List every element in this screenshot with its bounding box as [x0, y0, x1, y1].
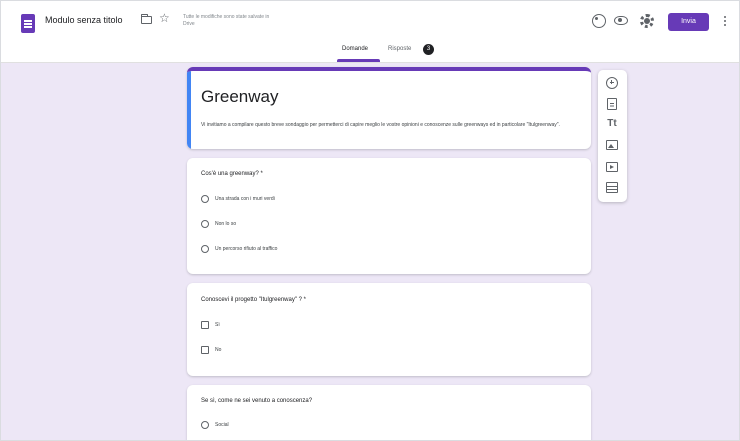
- checkbox[interactable]: [201, 346, 209, 354]
- option-label: Sì: [215, 322, 220, 328]
- radio-button[interactable]: [201, 421, 209, 429]
- checkbox-option[interactable]: No: [201, 345, 221, 355]
- checkbox[interactable]: [201, 321, 209, 329]
- star-icon[interactable]: ☆: [159, 12, 170, 24]
- add-video-icon[interactable]: [606, 162, 618, 172]
- preview-eye-icon[interactable]: [614, 16, 628, 25]
- option-label: No: [215, 347, 222, 353]
- radio-button[interactable]: [201, 220, 209, 228]
- palette-icon[interactable]: [592, 14, 606, 28]
- question-text: Cos'è una greenway? *: [201, 171, 263, 177]
- question-card[interactable]: Cos'è una greenway? * Una strada con i m…: [187, 158, 591, 274]
- forms-doc-icon[interactable]: [21, 14, 35, 33]
- add-section-icon[interactable]: [606, 182, 618, 193]
- add-question-icon[interactable]: [606, 77, 618, 89]
- tab-questions[interactable]: Domande: [342, 46, 368, 52]
- radio-option[interactable]: Non lo so: [201, 219, 236, 229]
- option-label: Una strada con i muri verdi: [215, 196, 275, 202]
- radio-button[interactable]: [201, 245, 209, 253]
- gear-icon[interactable]: [640, 14, 654, 28]
- doc-title[interactable]: Modulo senza titolo: [45, 15, 123, 25]
- active-tab-indicator: [337, 59, 380, 62]
- import-questions-icon[interactable]: [607, 98, 617, 110]
- question-text: Conoscevi il progetto "Itulgreenway" ? *: [201, 297, 306, 303]
- header: Modulo senza titolo ☆ Tutte le modifiche…: [1, 1, 739, 63]
- send-button[interactable]: Invia: [668, 13, 709, 31]
- question-card[interactable]: Conoscevi il progetto "Itulgreenway" ? *…: [187, 283, 591, 376]
- floating-toolbar: Tt: [598, 70, 627, 202]
- radio-option[interactable]: Una strada con i muri verdi: [201, 194, 275, 204]
- form-description[interactable]: Vi invitiamo a compilare questo breve so…: [201, 121, 561, 129]
- more-options-icon[interactable]: [724, 16, 726, 18]
- radio-option[interactable]: Un percorso rifiuto al traffico: [201, 244, 277, 254]
- question-text: Se sì, come ne sei venuto a conoscenza?: [201, 398, 313, 404]
- option-label: Social: [215, 422, 229, 428]
- save-status: Tutte le modifiche sono state salvate in…: [183, 14, 270, 27]
- checkbox-option[interactable]: Sì: [201, 320, 220, 330]
- form-title[interactable]: Greenway: [201, 87, 278, 107]
- option-label: Un percorso rifiuto al traffico: [215, 246, 278, 252]
- folder-icon[interactable]: [141, 14, 152, 24]
- radio-button[interactable]: [201, 195, 209, 203]
- option-label: Non lo so: [215, 221, 237, 227]
- responses-count-badge: 3: [423, 44, 434, 55]
- radio-option[interactable]: Social: [201, 420, 229, 430]
- add-image-icon[interactable]: [606, 140, 618, 150]
- app-frame: Modulo senza titolo ☆ Tutte le modifiche…: [0, 0, 740, 441]
- question-card[interactable]: Se sì, come ne sei venuto a conoscenza? …: [187, 385, 591, 440]
- tab-responses[interactable]: Risposte: [388, 46, 411, 52]
- form-title-card[interactable]: Greenway Vi invitiamo a compilare questo…: [187, 67, 591, 149]
- add-title-icon[interactable]: Tt: [606, 118, 618, 130]
